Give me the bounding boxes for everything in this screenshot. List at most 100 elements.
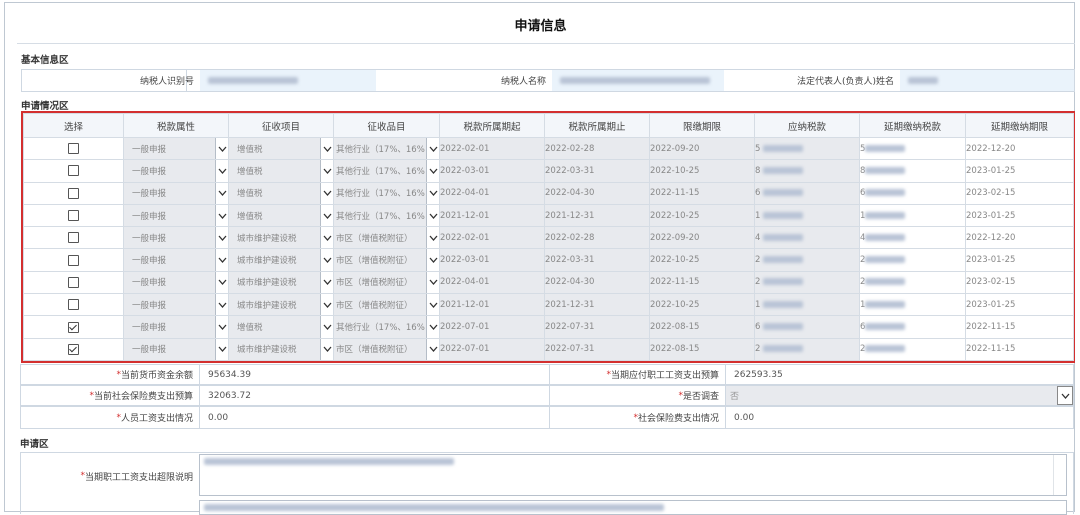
levy-item-select[interactable]: 增值税 xyxy=(228,203,334,228)
row-select-cell[interactable] xyxy=(23,270,124,295)
deferred-deadline-cell[interactable]: 2023-01-25 xyxy=(965,248,1074,272)
deferred-tax-cell[interactable]: 1 xyxy=(859,203,966,228)
chevron-down-icon[interactable] xyxy=(426,249,439,271)
chevron-down-icon[interactable] xyxy=(320,227,333,248)
levy-sub-item-select[interactable]: 市区（增值税附征） xyxy=(333,337,440,361)
levy-sub-item-select[interactable]: 其他行业（17%、16% xyxy=(333,181,440,205)
chevron-down-icon[interactable] xyxy=(426,160,439,182)
deferred-deadline-cell[interactable]: 2022-12-20 xyxy=(965,226,1074,250)
chevron-down-icon[interactable] xyxy=(426,205,439,226)
levy-item-select[interactable]: 城市维护建设税 xyxy=(228,270,334,295)
tax-attr-select[interactable]: 一般申报 xyxy=(123,248,229,272)
chevron-down-icon[interactable] xyxy=(215,316,228,338)
deferred-tax-cell[interactable]: 6 xyxy=(859,181,966,205)
chevron-down-icon[interactable] xyxy=(320,138,333,159)
levy-sub-item-select[interactable]: 市区（增值税附征） xyxy=(333,248,440,272)
chevron-down-icon[interactable] xyxy=(320,183,333,204)
chevron-down-icon[interactable] xyxy=(426,183,439,204)
levy-sub-item-select[interactable]: 其他行业（17%、16% xyxy=(333,136,440,161)
levy-item-select[interactable]: 城市维护建设税 xyxy=(228,337,334,361)
levy-item-select[interactable]: 增值税 xyxy=(228,315,334,339)
tax-attr-select[interactable]: 一般申报 xyxy=(123,159,229,183)
row-select-cell[interactable] xyxy=(23,337,124,361)
levy-sub-item-select[interactable]: 市区（增值税附征） xyxy=(333,293,440,317)
row-checkbox[interactable] xyxy=(68,254,79,266)
chevron-down-icon[interactable] xyxy=(426,294,439,315)
deferred-deadline-cell[interactable]: 2023-01-25 xyxy=(965,293,1074,317)
row-checkbox[interactable] xyxy=(68,210,79,222)
chevron-down-icon[interactable] xyxy=(215,294,228,315)
deferred-tax-cell[interactable]: 6 xyxy=(859,315,966,339)
levy-sub-item-select[interactable]: 其他行业（17%、16% xyxy=(333,203,440,228)
levy-sub-item-select[interactable]: 市区（增值税附征） xyxy=(333,226,440,250)
levy-sub-item-select[interactable]: 市区（增值税附征） xyxy=(333,270,440,295)
row-checkbox[interactable] xyxy=(68,165,79,177)
row-select-cell[interactable] xyxy=(23,248,124,272)
tax-attr-select[interactable]: 一般申报 xyxy=(123,293,229,317)
row-checkbox[interactable] xyxy=(68,187,79,199)
chevron-down-icon[interactable] xyxy=(426,339,439,360)
row-checkbox[interactable] xyxy=(68,321,79,333)
tax-attr-select[interactable]: 一般申报 xyxy=(123,270,229,295)
chevron-down-icon[interactable] xyxy=(215,183,228,204)
tax-attr-select[interactable]: 一般申报 xyxy=(123,203,229,228)
row-checkbox[interactable] xyxy=(68,299,79,311)
levy-item-select[interactable]: 增值税 xyxy=(228,136,334,161)
levy-item-select[interactable]: 城市维护建设税 xyxy=(228,293,334,317)
levy-sub-item-select[interactable]: 其他行业（17%、16% xyxy=(333,315,440,339)
row-select-cell[interactable] xyxy=(23,293,124,317)
chevron-down-icon[interactable] xyxy=(426,316,439,338)
tax-attr-select[interactable]: 一般申报 xyxy=(123,181,229,205)
row-select-cell[interactable] xyxy=(23,136,124,161)
deferred-tax-cell[interactable]: 2 xyxy=(859,270,966,295)
row-checkbox[interactable] xyxy=(68,232,79,244)
levy-item-select[interactable]: 增值税 xyxy=(228,159,334,183)
chevron-down-icon[interactable] xyxy=(215,138,228,159)
row-checkbox[interactable] xyxy=(68,343,79,355)
chevron-down-icon[interactable] xyxy=(426,272,439,293)
deferred-tax-cell[interactable]: 5 xyxy=(859,136,966,161)
deferred-deadline-cell[interactable]: 2023-02-15 xyxy=(965,270,1074,295)
chevron-down-icon[interactable] xyxy=(215,339,228,360)
chevron-down-icon[interactable] xyxy=(320,316,333,338)
deferred-tax-cell[interactable]: 4 xyxy=(859,226,966,250)
deferred-tax-cell[interactable]: 2 xyxy=(859,337,966,361)
deferred-deadline-cell[interactable]: 2023-02-15 xyxy=(965,181,1074,205)
row-select-cell[interactable] xyxy=(23,181,124,205)
row-checkbox[interactable] xyxy=(68,143,79,155)
levy-item-select[interactable]: 城市维护建设税 xyxy=(228,226,334,250)
levy-item-select[interactable]: 增值税 xyxy=(228,181,334,205)
deferred-deadline-cell[interactable]: 2022-11-15 xyxy=(965,337,1074,361)
chevron-down-icon[interactable] xyxy=(320,205,333,226)
deferred-tax-cell[interactable]: 8 xyxy=(859,159,966,183)
deferred-deadline-cell[interactable]: 2023-01-25 xyxy=(965,203,1074,228)
deferred-tax-cell[interactable]: 1 xyxy=(859,293,966,317)
tax-attr-select[interactable]: 一般申报 xyxy=(123,226,229,250)
chevron-down-icon[interactable] xyxy=(320,294,333,315)
chevron-down-icon[interactable] xyxy=(215,272,228,293)
chevron-down-icon[interactable] xyxy=(320,160,333,182)
levy-item-select[interactable]: 城市维护建设税 xyxy=(228,248,334,272)
row-select-cell[interactable] xyxy=(23,159,124,183)
deferred-deadline-cell[interactable]: 2023-01-25 xyxy=(965,159,1074,183)
chevron-down-icon[interactable] xyxy=(320,272,333,293)
chevron-down-icon[interactable] xyxy=(426,227,439,248)
row-checkbox[interactable] xyxy=(68,276,79,288)
tax-attr-select[interactable]: 一般申报 xyxy=(123,136,229,161)
deferred-deadline-cell[interactable]: 2022-11-15 xyxy=(965,315,1074,339)
row-select-cell[interactable] xyxy=(23,226,124,250)
chevron-down-icon[interactable] xyxy=(320,339,333,360)
row-select-cell[interactable] xyxy=(23,315,124,339)
deferred-deadline-cell[interactable]: 2022-12-20 xyxy=(965,136,1074,161)
chevron-down-icon[interactable] xyxy=(215,249,228,271)
chevron-down-icon[interactable] xyxy=(426,138,439,159)
levy-sub-item-select[interactable]: 其他行业（17%、16% xyxy=(333,159,440,183)
deferred-tax-cell[interactable]: 2 xyxy=(859,248,966,272)
tax-attr-select[interactable]: 一般申报 xyxy=(123,315,229,339)
row-select-cell[interactable] xyxy=(23,203,124,228)
chevron-down-icon[interactable] xyxy=(215,205,228,226)
chevron-down-icon[interactable] xyxy=(320,249,333,271)
chevron-down-icon[interactable] xyxy=(215,160,228,182)
chevron-down-icon[interactable] xyxy=(215,227,228,248)
tax-attr-select[interactable]: 一般申报 xyxy=(123,337,229,361)
